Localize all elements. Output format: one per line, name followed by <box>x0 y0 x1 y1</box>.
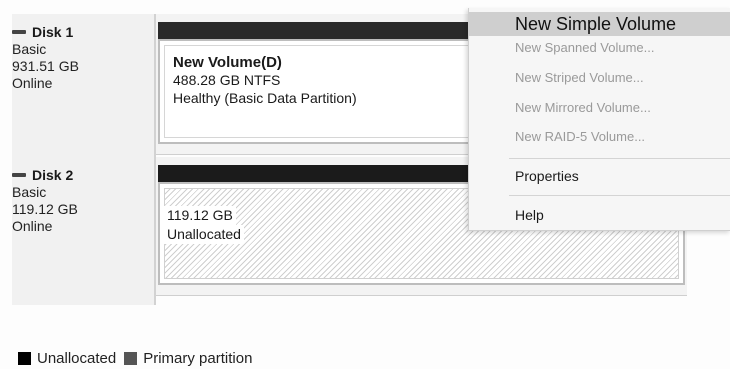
context-menu: New Simple Volume New Spanned Volume... … <box>468 8 730 231</box>
menu-help[interactable]: Help <box>469 205 730 225</box>
menu-new-mirrored-volume: New Mirrored Volume... <box>515 100 651 115</box>
disk-icon <box>12 173 26 177</box>
disk-info-2[interactable]: Disk 2 Basic 119.12 GB Online <box>12 157 156 305</box>
disk-type: Basic <box>12 41 47 57</box>
menu-new-striped-volume: New Striped Volume... <box>515 70 644 85</box>
legend: Unallocated Primary partition <box>18 350 252 367</box>
disk-name: Disk 1 <box>32 24 74 40</box>
disk-size: 119.12 GB <box>12 201 78 217</box>
disk-status: Online <box>12 218 53 234</box>
disk-name: Disk 2 <box>32 167 74 183</box>
disk-title: Disk 2 <box>12 167 154 183</box>
disk-title: Disk 1 <box>12 24 154 40</box>
legend-primary-partition: Primary partition <box>143 350 253 367</box>
disk-info-1[interactable]: Disk 1 Basic 931.51 GB Online <box>12 14 156 164</box>
menu-new-simple-volume[interactable]: New Simple Volume <box>469 12 730 36</box>
unallocated-details: 119.12 GB Unallocated <box>164 206 244 244</box>
menu-separator <box>509 158 730 159</box>
unallocated-swatch <box>18 352 31 365</box>
menu-separator <box>509 195 730 196</box>
disk-size: 931.51 GB <box>12 58 79 74</box>
legend-unallocated: Unallocated <box>37 350 117 367</box>
unallocated-size: 119.12 GB <box>164 206 236 225</box>
disk-status: Online <box>12 75 53 91</box>
menu-properties[interactable]: Properties <box>469 166 730 186</box>
disk-management-view: Disk 1 Basic 931.51 GB Online New Volume… <box>0 0 730 369</box>
disk-type: Basic <box>12 184 47 200</box>
primary-partition-swatch <box>124 352 138 365</box>
unallocated-label: Unallocated <box>164 225 244 244</box>
menu-new-raid5-volume: New RAID-5 Volume... <box>515 129 646 144</box>
menu-new-spanned-volume: New Spanned Volume... <box>515 40 655 55</box>
disk-icon <box>12 30 26 34</box>
